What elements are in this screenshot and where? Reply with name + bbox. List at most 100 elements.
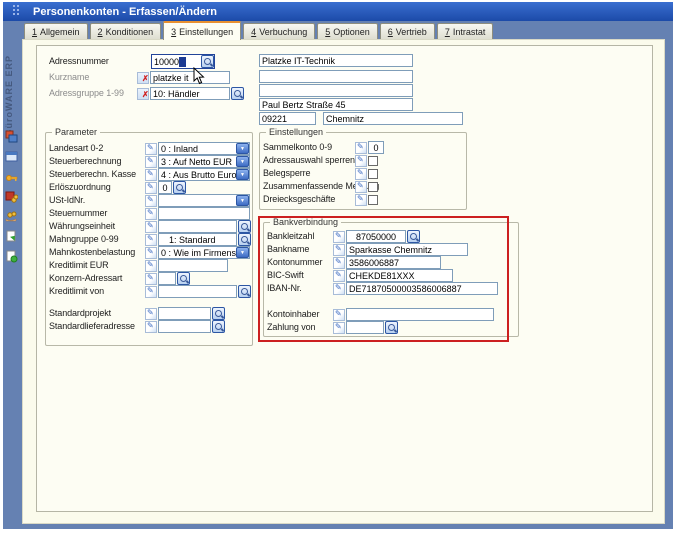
konzern-adressart-lookup-button[interactable] xyxy=(177,272,190,285)
edit-note-icon[interactable] xyxy=(355,194,367,206)
zahlung-von-lookup-button[interactable] xyxy=(385,321,398,334)
tab-konditionen[interactable]: 2Konditionen xyxy=(90,23,162,39)
bankname-input[interactable] xyxy=(346,243,468,256)
mahngruppe-input[interactable] xyxy=(158,233,237,246)
edit-note-icon[interactable] xyxy=(145,208,157,220)
edit-note-icon[interactable] xyxy=(145,182,157,194)
cash-coins-icon[interactable] xyxy=(5,190,18,203)
tab-einstellungen[interactable]: 3Einstellungen xyxy=(163,21,241,40)
edit-note-icon[interactable] xyxy=(333,257,345,269)
kontoinhaber-input[interactable] xyxy=(346,308,494,321)
edit-note-icon[interactable] xyxy=(145,308,157,320)
tab-intrastat[interactable]: 7Intrastat xyxy=(437,23,494,39)
edit-note-icon[interactable] xyxy=(333,322,345,334)
edit-note-icon[interactable] xyxy=(145,169,157,181)
edit-note-icon[interactable] xyxy=(333,309,345,321)
name1-input[interactable] xyxy=(259,54,413,67)
tab-strip: 1Allgemein 2Konditionen 3Einstellungen 4… xyxy=(24,23,493,39)
erloeszuordnung-input[interactable] xyxy=(158,181,172,194)
title-bar[interactable]: Personenkonten - Erfassen/Ändern xyxy=(3,2,673,21)
bic-swift-input[interactable] xyxy=(346,269,453,282)
clear-field-icon[interactable] xyxy=(137,88,149,100)
mahnkostenbelastung-control: 0 : Wie im Firmenstamm eing xyxy=(145,246,250,259)
edit-note-icon[interactable] xyxy=(145,260,157,272)
waehrungseinheit-lookup-button[interactable] xyxy=(238,220,251,233)
edit-note-icon[interactable] xyxy=(355,155,367,167)
steuernummer-input[interactable] xyxy=(158,207,250,220)
dropdown-arrow-icon[interactable] xyxy=(236,247,249,258)
standardprojekt-lookup-button[interactable] xyxy=(212,307,225,320)
zahlung-von-input[interactable] xyxy=(346,321,384,334)
kurzname-input[interactable] xyxy=(150,71,230,84)
adressnummer-input[interactable]: 10000 xyxy=(151,54,215,69)
clear-field-icon[interactable] xyxy=(137,72,149,84)
edit-note-icon[interactable] xyxy=(355,168,367,180)
key-icon[interactable] xyxy=(5,170,18,183)
bankleitzahl-lookup-button[interactable] xyxy=(407,230,420,243)
mahngruppe-lookup-button[interactable] xyxy=(238,233,251,246)
export-document-icon[interactable] xyxy=(5,230,18,243)
kreditlimit-von-lookup-button[interactable] xyxy=(238,285,251,298)
edit-note-icon[interactable] xyxy=(333,231,345,243)
erloeszuordnung-lookup-button[interactable] xyxy=(173,181,186,194)
hand-coins-icon[interactable] xyxy=(5,210,18,223)
street-input[interactable] xyxy=(259,98,413,111)
iban-input[interactable] xyxy=(346,282,498,295)
ust-idnr-select[interactable] xyxy=(158,194,250,207)
bankleitzahl-label: Bankleitzahl xyxy=(267,230,314,243)
index-cards-icon[interactable] xyxy=(5,130,18,143)
edit-note-icon[interactable] xyxy=(145,156,157,168)
steuerberechnung-select[interactable]: 3 : Auf Netto EUR xyxy=(158,155,250,168)
edit-note-icon[interactable] xyxy=(333,283,345,295)
kontonummer-input[interactable] xyxy=(346,256,441,269)
city-input[interactable] xyxy=(323,112,463,125)
tab-allgemein[interactable]: 1Allgemein xyxy=(24,23,88,39)
edit-note-icon[interactable] xyxy=(145,195,157,207)
name2-input[interactable] xyxy=(259,70,413,83)
steuerberechn-kasse-label: Steuerberechn. Kasse xyxy=(49,168,136,181)
tab-vertrieb[interactable]: 6Vertrieb xyxy=(380,23,435,39)
dropdown-arrow-icon[interactable] xyxy=(236,156,249,167)
edit-note-icon[interactable] xyxy=(355,142,367,154)
kreditlimit-eur-input[interactable] xyxy=(158,259,228,272)
standardprojekt-input[interactable] xyxy=(158,307,211,320)
edit-note-icon[interactable] xyxy=(145,234,157,246)
adressgruppe-input[interactable] xyxy=(150,87,230,100)
einstellungen-group-title: Einstellungen xyxy=(266,127,326,138)
edit-note-icon[interactable] xyxy=(145,221,157,233)
sammelkonto-input[interactable] xyxy=(368,141,384,154)
adressgruppe-lookup-button[interactable] xyxy=(231,87,244,100)
waehrungseinheit-input[interactable] xyxy=(158,220,237,233)
edit-note-icon[interactable] xyxy=(145,273,157,285)
dropdown-arrow-icon[interactable] xyxy=(236,169,249,180)
name3-input[interactable] xyxy=(259,84,413,97)
tab-verbuchung[interactable]: 4Verbuchung xyxy=(243,23,315,39)
dreiecksgeschaefte-checkbox[interactable] xyxy=(368,195,378,205)
edit-note-icon[interactable] xyxy=(145,286,157,298)
mahnkostenbelastung-select[interactable]: 0 : Wie im Firmenstamm eing xyxy=(158,246,250,259)
bankleitzahl-input[interactable] xyxy=(346,230,406,243)
edit-note-icon[interactable] xyxy=(355,181,367,193)
adressauswahl-sperren-checkbox[interactable] xyxy=(368,156,378,166)
belegsperre-checkbox[interactable] xyxy=(368,169,378,179)
dropdown-arrow-icon[interactable] xyxy=(236,195,249,206)
window-icon[interactable] xyxy=(5,150,18,163)
zusammenfassende-meldung-checkbox[interactable] xyxy=(368,182,378,192)
konzern-adressart-control xyxy=(145,272,190,285)
konzern-adressart-input[interactable] xyxy=(158,272,176,285)
edit-note-icon[interactable] xyxy=(145,143,157,155)
edit-note-icon[interactable] xyxy=(333,244,345,256)
document-green-icon[interactable] xyxy=(5,250,18,263)
zip-input[interactable] xyxy=(259,112,316,125)
edit-note-icon[interactable] xyxy=(145,321,157,333)
steuerberechn-kasse-select[interactable]: 4 : Aus Brutto Euro xyxy=(158,168,250,181)
edit-note-icon[interactable] xyxy=(333,270,345,282)
adressnummer-lookup-button[interactable] xyxy=(201,55,214,68)
tab-optionen[interactable]: 5Optionen xyxy=(317,23,378,39)
dropdown-arrow-icon[interactable] xyxy=(236,143,249,154)
kreditlimit-von-input[interactable] xyxy=(158,285,237,298)
standardlieferadresse-input[interactable] xyxy=(158,320,211,333)
standardlieferadresse-lookup-button[interactable] xyxy=(212,320,225,333)
edit-note-icon[interactable] xyxy=(145,247,157,259)
landesart-select[interactable]: 0 : Inland xyxy=(158,142,250,155)
